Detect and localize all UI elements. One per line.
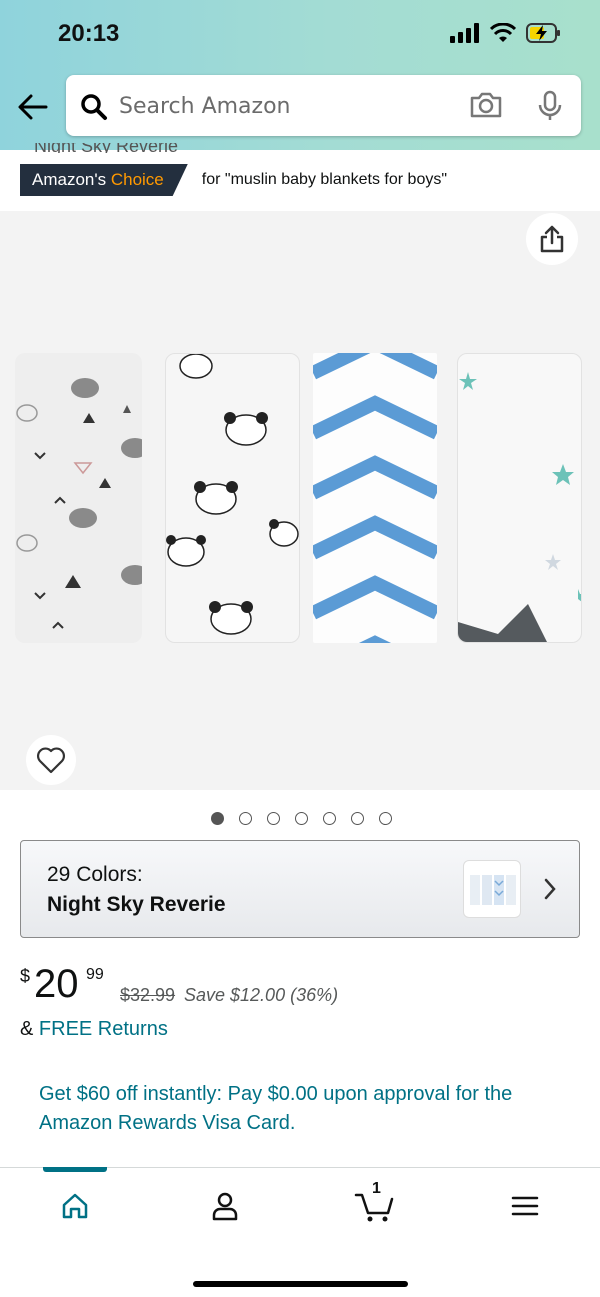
nav-cart[interactable]: 1 xyxy=(350,1180,400,1226)
carousel-dot[interactable] xyxy=(323,812,336,825)
returns-info: & FREE Returns xyxy=(20,1018,168,1041)
carousel-dot[interactable] xyxy=(295,812,308,825)
carousel-dots xyxy=(211,812,392,825)
carousel-dot[interactable] xyxy=(211,812,224,825)
carousel-dot[interactable] xyxy=(351,812,364,825)
amazons-choice-row: Amazon's Choice for "muslin baby blanket… xyxy=(20,164,447,196)
carousel-dot[interactable] xyxy=(267,812,280,825)
amazons-choice-badge: Amazon's Choice xyxy=(20,164,188,196)
person-icon xyxy=(212,1192,238,1221)
share-icon xyxy=(540,225,564,253)
wishlist-button[interactable] xyxy=(26,735,76,785)
price-fraction: 99 xyxy=(86,966,104,983)
home-icon xyxy=(62,1193,88,1219)
search-icon xyxy=(81,94,107,120)
promo-link[interactable]: Get $60 off instantly: Pay $0.00 upon ap… xyxy=(39,1080,559,1138)
variant-selector[interactable]: 29 Colors: Night Sky Reverie xyxy=(20,840,580,938)
header: 20:13 Search Amazon xyxy=(0,0,600,150)
savings-text: Save $12.00 (36%) xyxy=(184,985,339,1005)
wifi-icon xyxy=(490,23,516,42)
back-arrow-icon[interactable] xyxy=(16,90,50,124)
badge-query: for "muslin baby blankets for boys" xyxy=(201,171,448,188)
blanket-panda-image xyxy=(165,353,300,643)
battery-charging-icon xyxy=(526,23,560,43)
nav-menu[interactable] xyxy=(500,1186,550,1226)
search-input[interactable]: Search Amazon xyxy=(119,94,291,119)
blanket-elephant-image xyxy=(15,353,142,643)
variant-thumbnail xyxy=(463,860,521,918)
badge-prefix: Amazon's xyxy=(32,170,107,189)
variant-label: 29 Colors: xyxy=(47,863,143,886)
camera-icon[interactable] xyxy=(469,91,503,119)
returns-prefix: & xyxy=(20,1018,34,1040)
blanket-star-image xyxy=(457,353,582,643)
nav-home[interactable] xyxy=(50,1186,100,1226)
microphone-icon[interactable] xyxy=(537,90,563,122)
active-tab-indicator xyxy=(43,1167,107,1172)
blanket-chevron-image xyxy=(313,353,437,643)
list-price: $32.99 xyxy=(120,985,176,1005)
cart-count: 1 xyxy=(372,1180,381,1197)
status-time: 20:13 xyxy=(58,20,120,47)
share-button[interactable] xyxy=(526,213,578,265)
carousel-dot[interactable] xyxy=(379,812,392,825)
home-indicator xyxy=(193,1281,408,1287)
search-bar[interactable]: Search Amazon xyxy=(66,75,581,136)
bottom-nav: 1 xyxy=(0,1167,600,1297)
menu-icon xyxy=(511,1196,539,1216)
heart-icon xyxy=(37,747,65,774)
badge-highlight: Choice xyxy=(110,170,164,189)
nav-account[interactable] xyxy=(200,1186,250,1226)
price-symbol: $ xyxy=(20,966,31,986)
signal-icon xyxy=(450,23,479,43)
price-whole: 20 xyxy=(34,962,79,1006)
product-title-peek: Night Sky Reverie xyxy=(34,143,179,153)
free-returns-link[interactable]: FREE Returns xyxy=(39,1018,168,1040)
product-image-carousel[interactable] xyxy=(0,211,600,790)
variant-value: Night Sky Reverie xyxy=(47,893,226,916)
status-icons xyxy=(450,22,562,44)
carousel-dot[interactable] xyxy=(239,812,252,825)
chevron-right-icon xyxy=(544,878,556,900)
